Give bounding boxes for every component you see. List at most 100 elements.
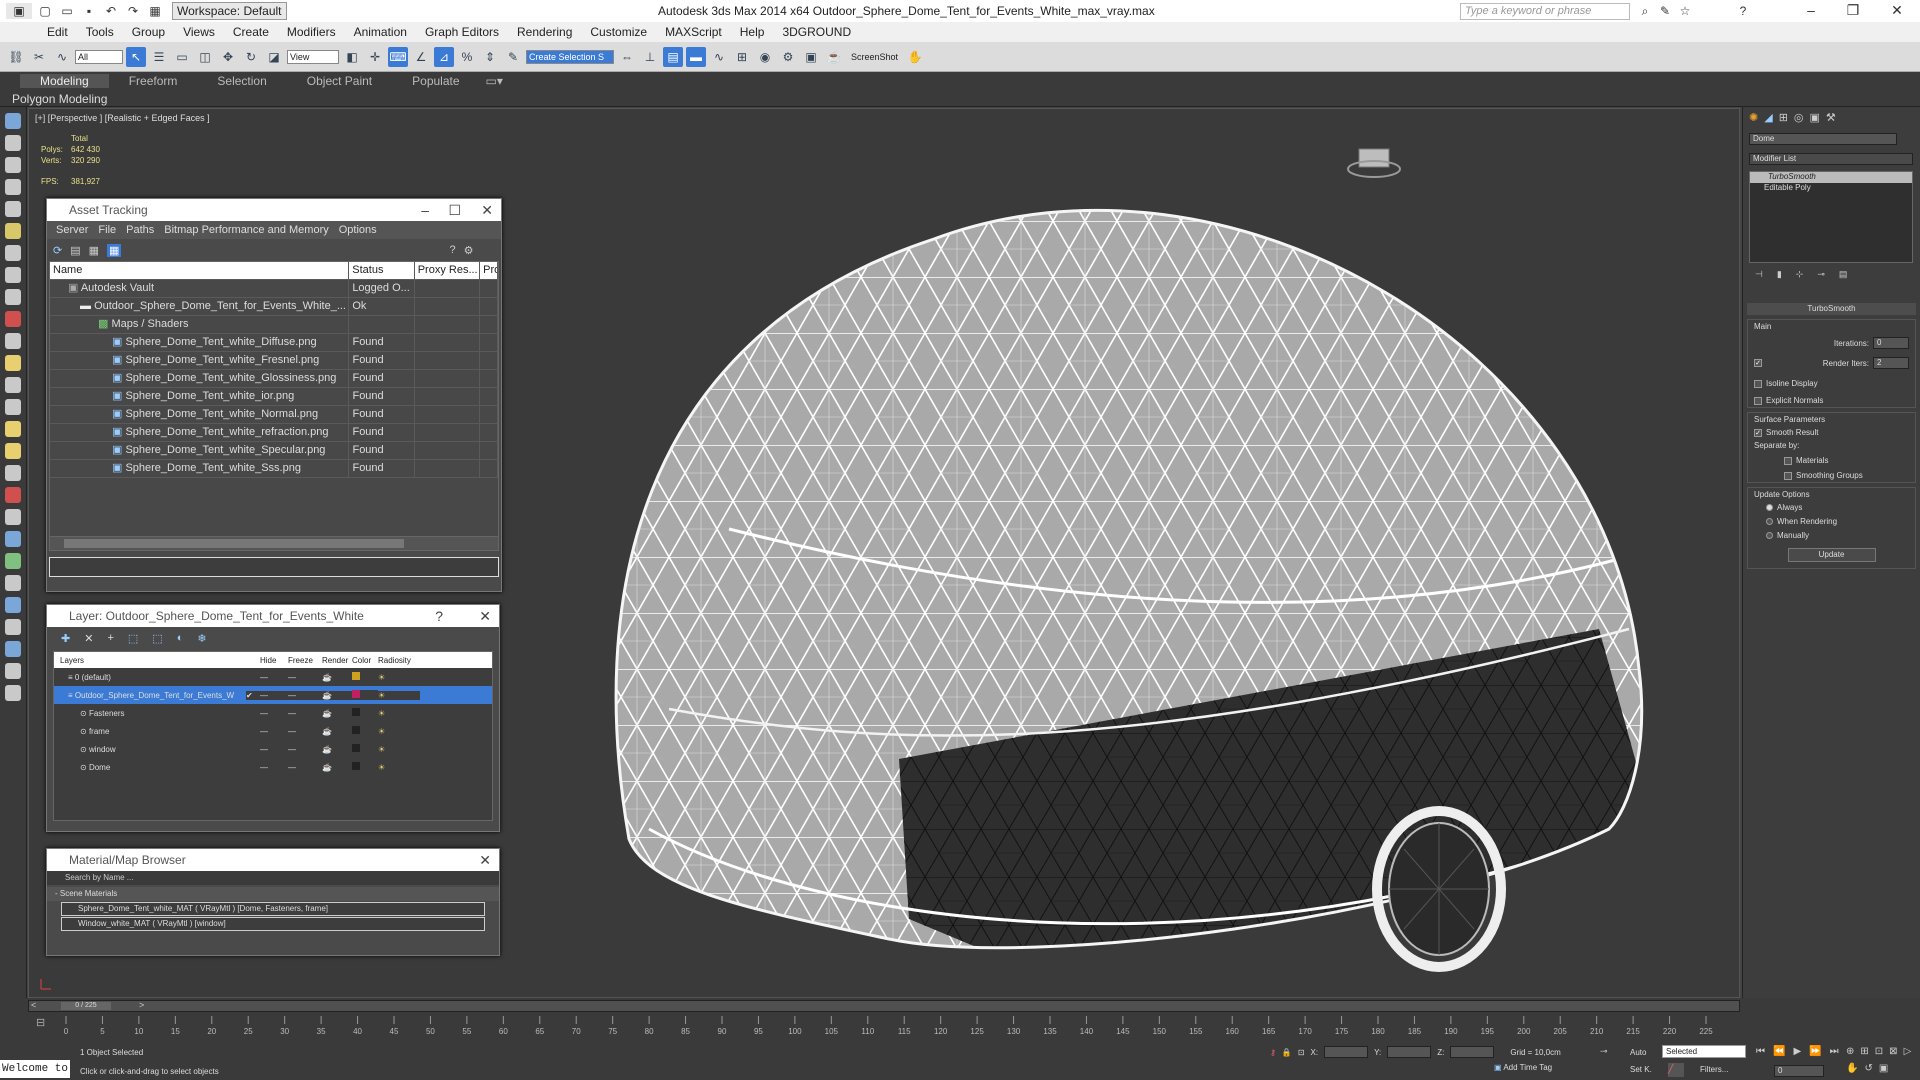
table-view-icon[interactable]: ▦ (107, 243, 122, 257)
delete-layer-icon[interactable]: ✕ (84, 632, 93, 645)
current-frame-field[interactable]: 0 (1774, 1065, 1824, 1077)
isoline-row[interactable]: Isoline Display (1754, 379, 1909, 388)
layer-row[interactable]: ≡ 0 (default) — — ☕ ☀ (54, 668, 492, 686)
table-row[interactable]: ▣ Sphere_Dome_Tent_white_Diffuse.png Foun… (50, 334, 498, 352)
floor-icon[interactable] (5, 619, 21, 635)
menu-modifiers[interactable]: Modifiers (278, 25, 345, 39)
scrollbar-thumb[interactable] (64, 539, 404, 548)
auto-key-button[interactable]: Auto (1630, 1048, 1646, 1057)
table-row[interactable]: ▩ Maps / Shaders (50, 316, 498, 334)
make-unique-icon[interactable]: ⊹ (1796, 269, 1804, 285)
zoom-all-icon[interactable]: ⊞ (1860, 1046, 1868, 1057)
add-to-layer-icon[interactable]: + (107, 632, 113, 644)
menu-rendering[interactable]: Rendering (508, 25, 581, 39)
explicit-normals-checkbox[interactable] (1754, 396, 1762, 405)
selection-filter-dropdown[interactable]: All (75, 49, 123, 64)
menu-help[interactable]: Help (731, 25, 774, 39)
timeline-ruler[interactable]: 0 5 10 15 20 25 30 35 40 45 50 55 60 65 70 75 80 85 90 95 10… (60, 1016, 1740, 1046)
mirror-icon[interactable]: ⇔ (617, 47, 637, 67)
render-production-icon[interactable]: ☕ (824, 47, 844, 67)
dynamics-icon[interactable] (5, 487, 21, 503)
current-layer-check-icon[interactable]: ✔ (246, 690, 260, 700)
shape-icon[interactable] (5, 289, 21, 305)
go-to-start-icon[interactable]: ⏮ (1756, 1046, 1765, 1057)
zoom-extents-all-icon[interactable]: ⊠ (1889, 1046, 1897, 1057)
layer-manager-icon[interactable]: ▤ (663, 46, 683, 67)
layer-color-swatch[interactable] (352, 726, 378, 736)
layer-freeze[interactable]: — (288, 709, 322, 718)
minimize-icon[interactable]: – (421, 202, 429, 218)
teapot-icon[interactable] (5, 377, 21, 393)
y-field[interactable] (1387, 1046, 1432, 1058)
zoom-extents-icon[interactable]: ⊡ (1875, 1046, 1883, 1057)
configure-sets-icon[interactable]: ▤ (1839, 269, 1848, 285)
unlink-icon[interactable]: ✂ (29, 47, 49, 67)
render-icon[interactable]: ☕ (322, 673, 352, 682)
close-icon[interactable]: ✕ (479, 852, 491, 869)
character-icon[interactable] (5, 509, 21, 525)
material-item[interactable]: Sphere_Dome_Tent_white_MAT ( VRayMtl ) [… (61, 902, 485, 916)
polygon-modeling-panel[interactable]: Polygon Modeling (12, 92, 107, 106)
update-button[interactable]: Update (1787, 548, 1876, 562)
systems-icon[interactable] (5, 333, 21, 349)
column-proxy-res[interactable]: Proxy Res... (415, 262, 481, 279)
settings-icon[interactable] (5, 663, 21, 679)
key-filter-dropdown[interactable]: Selected (1662, 1045, 1746, 1058)
when-rendering-radio[interactable] (1766, 518, 1773, 526)
previous-frame-icon[interactable]: ⏪ (1773, 1046, 1785, 1057)
box-icon[interactable] (5, 135, 21, 151)
set-key-button[interactable]: Set K. (1630, 1065, 1652, 1074)
render-icon[interactable] (5, 641, 21, 657)
project-folder-icon[interactable]: ▦ (146, 3, 164, 19)
isoline-checkbox[interactable] (1754, 379, 1762, 388)
pin-stack-icon[interactable]: ⊣ (1755, 269, 1763, 285)
list-view-icon[interactable]: ▤ (70, 244, 80, 257)
layer-freeze[interactable]: — (288, 673, 322, 682)
layer-hide[interactable]: — (260, 690, 288, 700)
maxscript-listener[interactable]: Welcome to (0, 1060, 70, 1078)
scene-materials-group[interactable]: - Scene Materials (47, 887, 499, 901)
layer-freeze[interactable]: — (288, 745, 322, 754)
stack-item-turbosmooth[interactable]: TurboSmooth (1750, 172, 1912, 183)
rectangular-selection-icon[interactable]: ▭ (172, 47, 192, 67)
table-row[interactable]: ▣ Sphere_Dome_Tent_white_Specular.png Fou… (50, 442, 498, 460)
omni-light-icon[interactable] (5, 443, 21, 459)
tab-object-paint[interactable]: Object Paint (287, 74, 392, 88)
rendered-frame-icon[interactable]: ▣ (801, 47, 821, 67)
percent-snap-icon[interactable]: % (457, 47, 477, 67)
absolute-mode-icon[interactable]: ⊡ (1298, 1048, 1305, 1057)
layer-hide[interactable]: — (260, 673, 288, 682)
highlight-layer-icon[interactable]: ⬚ (152, 632, 162, 645)
table-row[interactable]: ▣ Sphere_Dome_Tent_white_ior.png Found (50, 388, 498, 406)
menu-3dground[interactable]: 3DGROUND (773, 25, 860, 39)
layer-hide[interactable]: — (260, 727, 288, 736)
open-file-icon[interactable]: ▭ (58, 3, 76, 19)
material-editor-icon[interactable]: ◉ (755, 47, 775, 67)
render-iters-checkbox[interactable]: ✓ (1754, 359, 1762, 367)
render-icon[interactable]: ☕ (322, 745, 352, 754)
always-radio[interactable] (1766, 504, 1773, 512)
table-row[interactable]: ▣ Sphere_Dome_Tent_white_Normal.png Found (50, 406, 498, 424)
close-button[interactable]: ✕ (1882, 2, 1912, 20)
ribbon-toggle-icon[interactable]: ▬ (686, 46, 706, 67)
modifier-list-dropdown[interactable]: Modifier List (1749, 153, 1913, 165)
manually-radio[interactable] (1766, 532, 1773, 540)
layer-color-swatch[interactable] (352, 744, 378, 754)
maximize-viewport-icon[interactable]: ▣ (1879, 1063, 1888, 1074)
menu-customize[interactable]: Customize (581, 25, 656, 39)
render-setup-icon[interactable]: ⚙ (778, 47, 798, 67)
layer-color-swatch[interactable] (352, 762, 378, 772)
refresh-icon[interactable]: ⟳ (53, 244, 62, 257)
window-crossing-icon[interactable]: ◫ (195, 47, 215, 67)
smooth-result-row[interactable]: ✓ Smooth Result (1754, 428, 1909, 437)
set-key-icon[interactable]: ⊸ (1600, 1046, 1608, 1057)
menu-graph-editors[interactable]: Graph Editors (416, 25, 508, 39)
when-rendering-row[interactable]: When Rendering (1754, 517, 1909, 526)
bind-space-warp-icon[interactable]: ∿ (52, 47, 72, 67)
layer-row-selected[interactable]: ≡ Outdoor_Sphere_Dome_Tent_for_Events_W ✔… (54, 686, 492, 704)
radiosity-icon[interactable]: ☀ (378, 727, 420, 736)
sphere-icon[interactable] (5, 355, 21, 371)
radiosity-icon[interactable]: ☀ (378, 763, 420, 772)
material-item[interactable]: Window_white_MAT ( VRayMtl ) [window] (61, 917, 485, 931)
menu-edit[interactable]: Edit (38, 25, 77, 39)
